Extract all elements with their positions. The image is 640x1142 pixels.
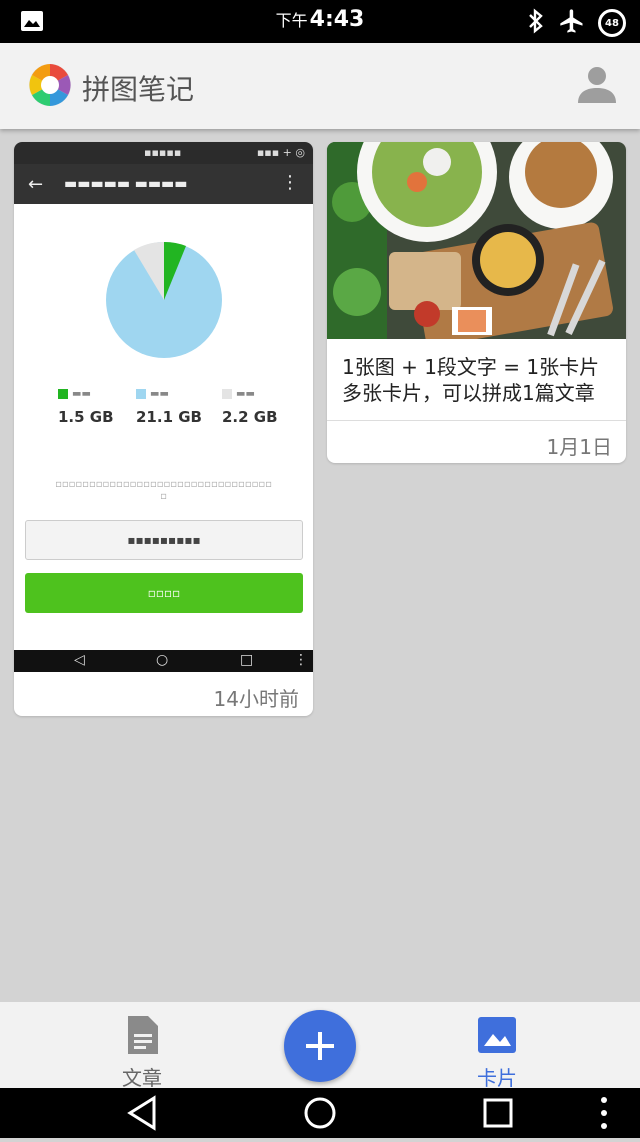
screenshot-button-primary: ▫▫▫▫ <box>25 573 303 613</box>
tab-articles[interactable]: 文章 <box>92 1014 192 1091</box>
legend-item-system: ▬▬ 21.1 GB <box>136 388 202 426</box>
account-icon <box>578 67 616 103</box>
battery-indicator: 48 <box>598 9 626 37</box>
recents-nav-icon[interactable] <box>483 1098 513 1128</box>
plus-icon <box>306 1032 334 1060</box>
back-arrow-icon: ← <box>28 174 44 195</box>
tab-cards-label: 卡片 <box>477 1066 517 1090</box>
bottom-navigation: 文章 卡片 <box>0 1002 640 1091</box>
status-icons: 48 <box>526 7 626 39</box>
screenshot-status-bar: ▪▪▪▪▪ ▪▪▪ + ◎ <box>14 142 313 164</box>
storage-pie-chart <box>106 241 222 358</box>
status-bar: 下午4:43 48 <box>0 0 640 43</box>
screenshot-title-blurred: ▬▬▬▬▬ ▬▬▬▬ <box>64 176 188 192</box>
more-options-icon[interactable] <box>601 1097 607 1129</box>
card-timestamp: 14小时前 <box>213 687 299 711</box>
legend-item-free: ▬▬ 2.2 GB <box>222 388 278 426</box>
card-image-food <box>327 142 626 339</box>
clock-time: 4:43 <box>309 7 365 32</box>
card-screenshot[interactable]: ▪▪▪▪▪ ▪▪▪ + ◎ ← ▬▬▬▬▬ ▬▬▬▬ ⋮ ▬▬ 1.5 GB ▬… <box>14 142 313 716</box>
card-text-line-1: 1张图 + 1段文字 = 1张卡片 <box>342 355 600 379</box>
screenshot-toolbar: ← ▬▬▬▬▬ ▬▬▬▬ ⋮ <box>14 164 313 204</box>
system-navigation-bar <box>0 1088 640 1138</box>
card-timestamp: 1月1日 <box>546 435 612 459</box>
bluetooth-icon <box>526 8 546 38</box>
app-logo-icon <box>28 63 72 107</box>
card-divider <box>327 420 626 421</box>
tab-cards[interactable]: 卡片 <box>447 1014 547 1091</box>
app-title: 拼图笔记 <box>82 73 195 106</box>
home-nav-icon[interactable] <box>304 1097 336 1129</box>
profile-button[interactable] <box>576 63 618 105</box>
card-image-screenshot: ▪▪▪▪▪ ▪▪▪ + ◎ ← ▬▬▬▬▬ ▬▬▬▬ ⋮ ▬▬ 1.5 GB ▬… <box>14 142 313 672</box>
airplane-mode-icon <box>558 7 586 39</box>
screenshot-note-blurred: ▫▫▫▫▫▫▫▫▫▫▫▫▫▫▫▫▫▫▫▫▫▫▫▫▫▫▫▫▫▫▫▫ ▫ <box>55 479 272 502</box>
article-icon <box>128 1016 158 1054</box>
screenshot-nav-bar: ◁ ○ □ ⋮ <box>14 650 313 672</box>
more-vert-icon: ⋮ <box>281 172 299 193</box>
clock-ampm: 下午 <box>275 11 308 30</box>
card-text: 1张图 + 1段文字 = 1张卡片 多张卡片，可以拼成1篇文章 <box>342 354 617 406</box>
legend-item-used: ▬▬ 1.5 GB <box>58 388 114 426</box>
card-photo-text[interactable]: 1张图 + 1段文字 = 1张卡片 多张卡片，可以拼成1篇文章 1月1日 <box>327 142 626 463</box>
app-bar: 拼图笔记 <box>0 43 640 129</box>
tab-articles-label: 文章 <box>122 1066 162 1090</box>
image-icon <box>478 1017 516 1053</box>
screenshot-button-secondary: ▪▪▪▪▪▪▪▪▪ <box>25 520 303 560</box>
add-button[interactable] <box>284 1010 356 1082</box>
card-text-line-2: 多张卡片，可以拼成1篇文章 <box>342 381 595 405</box>
back-nav-icon[interactable] <box>127 1095 156 1131</box>
